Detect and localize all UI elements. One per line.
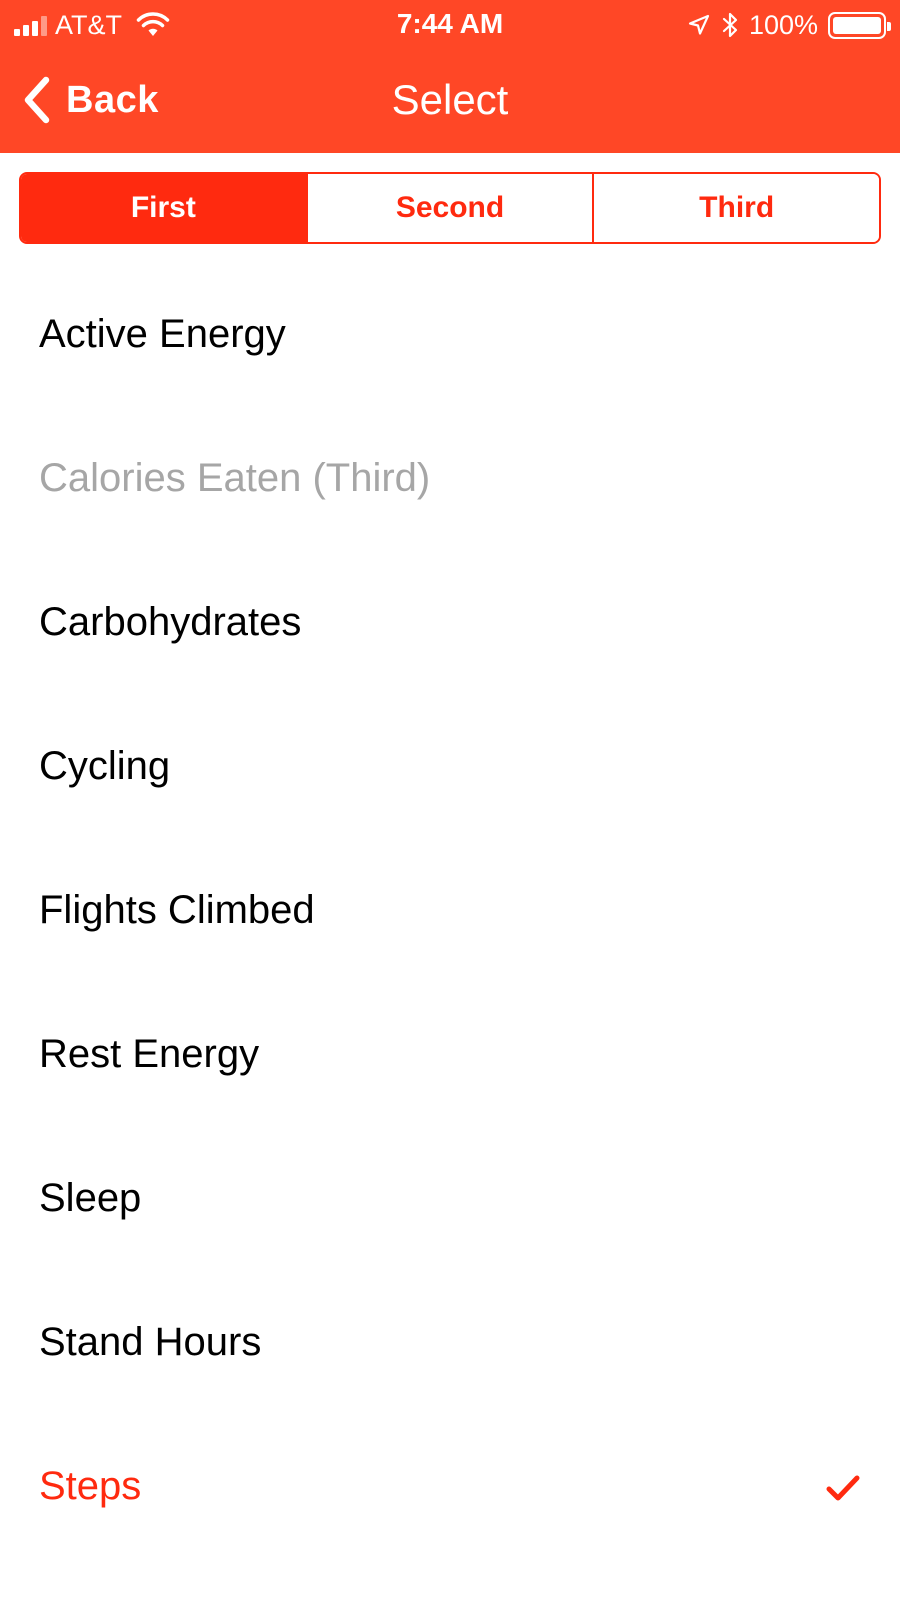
location-icon [688,14,710,35]
status-bar: AT&T 7:44 AM 100% [0,0,900,50]
segment-third[interactable]: Third [592,174,879,242]
list-item-calories-eaten: Calories Eaten (Third) [0,406,900,550]
list-item-carbohydrates[interactable]: Carbohydrates [0,550,900,694]
list-item-rest-energy[interactable]: Rest Energy [0,982,900,1126]
list-item-label: Carbohydrates [39,599,302,644]
segment-first[interactable]: First [21,174,306,242]
bluetooth-icon [722,12,738,38]
list-item-cycling[interactable]: Cycling [0,694,900,838]
list-item-label: Steps [39,1463,142,1508]
list-item-label: Stand Hours [39,1319,262,1364]
list-item-sleep[interactable]: Sleep [0,1126,900,1270]
list-item-active-energy[interactable]: Active Energy [0,262,900,406]
page-title: Select [391,76,509,123]
status-right: 100% [687,9,891,40]
battery-icon [828,11,891,39]
segment-second[interactable]: Second [305,174,593,242]
list-item-label: Flights Climbed [39,887,315,932]
option-list: Active Energy Calories Eaten (Third) Car… [0,262,900,1558]
segmented-control: First Second Third [19,172,881,244]
list-item-label: Cycling [39,743,171,788]
list-item-label: Calories Eaten (Third) [39,455,431,500]
checkmark-icon [826,1475,860,1501]
header: AT&T 7:44 AM 100% Back Select [0,0,900,153]
list-item-label: Sleep [39,1175,142,1220]
navigation-bar: Back Select [0,50,900,153]
list-item-label: Rest Energy [39,1031,260,1076]
list-item-steps[interactable]: Steps [0,1414,900,1558]
list-item-label: Active Energy [39,311,286,356]
battery-percent: 100% [748,9,818,40]
list-item-flights-climbed[interactable]: Flights Climbed [0,838,900,982]
list-item-stand-hours[interactable]: Stand Hours [0,1270,900,1414]
